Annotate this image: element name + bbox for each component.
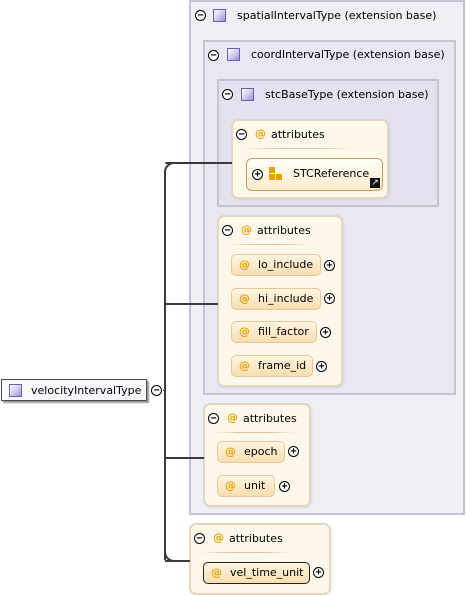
collapse-toggle[interactable]: − [208, 413, 219, 424]
expand-toggle[interactable]: + [313, 567, 324, 578]
attribute-epoch[interactable]: @ epoch [217, 441, 285, 463]
attribute-label: unit [244, 479, 266, 492]
attribute-marker-icon: @ [239, 359, 250, 372]
attribute-marker-icon: @ [239, 325, 250, 338]
attribute-frame-id[interactable]: @ frame_id [231, 355, 313, 377]
attributes-label: attributes [243, 412, 297, 425]
expand-toggle[interactable]: + [279, 481, 290, 492]
attribute-marker-icon: @ [225, 479, 236, 492]
expand-toggle[interactable]: + [288, 446, 299, 457]
attribute-vel-time-unit[interactable]: @ vel_time_unit [203, 562, 310, 584]
expand-toggle[interactable]: + [324, 293, 335, 304]
attribute-group-reference[interactable]: + STCReference ↗ [246, 158, 383, 191]
attribute-group-label: STCReference [293, 167, 370, 180]
attributes-label: attributes [271, 128, 325, 141]
connector-line [164, 175, 166, 560]
attributes-panel: − @ attributes [189, 523, 331, 595]
complex-type-icon [227, 48, 240, 61]
connector-line [172, 162, 231, 164]
attribute-marker-icon: @ [255, 127, 266, 140]
expand-toggle[interactable]: + [320, 327, 331, 338]
collapse-toggle[interactable]: − [194, 533, 205, 544]
attribute-label: lo_include [258, 258, 314, 271]
collapse-toggle[interactable]: − [222, 225, 233, 236]
root-complex-type[interactable]: velocityIntervalType [1, 379, 147, 401]
extension-base-label: stcBaseType (extension base) [265, 88, 429, 101]
attribute-label: vel_time_unit [230, 566, 304, 579]
attribute-marker-icon: @ [239, 292, 250, 305]
attribute-marker-icon: @ [227, 411, 238, 424]
collapse-toggle[interactable]: − [208, 50, 219, 61]
attribute-lo-include[interactable]: @ lo_include [231, 254, 321, 276]
attributes-panel: − @ attributes + STCReference ↗ [231, 119, 389, 199]
attribute-unit[interactable]: @ unit [217, 475, 275, 497]
attribute-label: frame_id [258, 359, 307, 372]
attribute-marker-icon: @ [225, 445, 236, 458]
attribute-group-icon [269, 167, 283, 181]
collapse-toggle[interactable]: − [151, 385, 162, 396]
separator [243, 148, 353, 149]
attribute-marker-icon: @ [211, 566, 222, 579]
extension-base-label: coordIntervalType (extension base) [251, 48, 445, 61]
attributes-label: attributes [257, 224, 311, 237]
collapse-toggle[interactable]: − [195, 10, 206, 21]
attribute-label: fill_factor [258, 325, 309, 338]
attribute-label: epoch [244, 445, 278, 458]
collapse-toggle[interactable]: − [236, 129, 247, 140]
shortcut-arrow-icon[interactable]: ↗ [370, 178, 380, 188]
separator [215, 432, 295, 433]
collapse-toggle[interactable]: − [222, 89, 233, 100]
attributes-label: attributes [229, 532, 283, 545]
connector-line [165, 303, 218, 305]
connector-line [165, 457, 204, 459]
separator [229, 244, 309, 245]
root-type-label: velocityIntervalType [31, 384, 142, 397]
connector-line [164, 162, 176, 176]
expand-toggle[interactable]: + [316, 361, 327, 372]
complex-type-icon [9, 384, 22, 397]
complex-type-icon [241, 88, 254, 101]
attribute-marker-icon: @ [239, 258, 250, 271]
expand-toggle[interactable]: + [252, 169, 263, 180]
attribute-fill-factor[interactable]: @ fill_factor [231, 321, 317, 343]
attribute-label: hi_include [258, 292, 314, 305]
attribute-hi-include[interactable]: @ hi_include [231, 288, 321, 310]
expand-toggle[interactable]: + [324, 260, 335, 271]
attribute-marker-icon: @ [213, 531, 224, 544]
attribute-marker-icon: @ [241, 223, 252, 236]
separator [201, 552, 291, 553]
extension-base-label: spatialIntervalType (extension base) [237, 9, 437, 22]
complex-type-icon [213, 9, 226, 22]
